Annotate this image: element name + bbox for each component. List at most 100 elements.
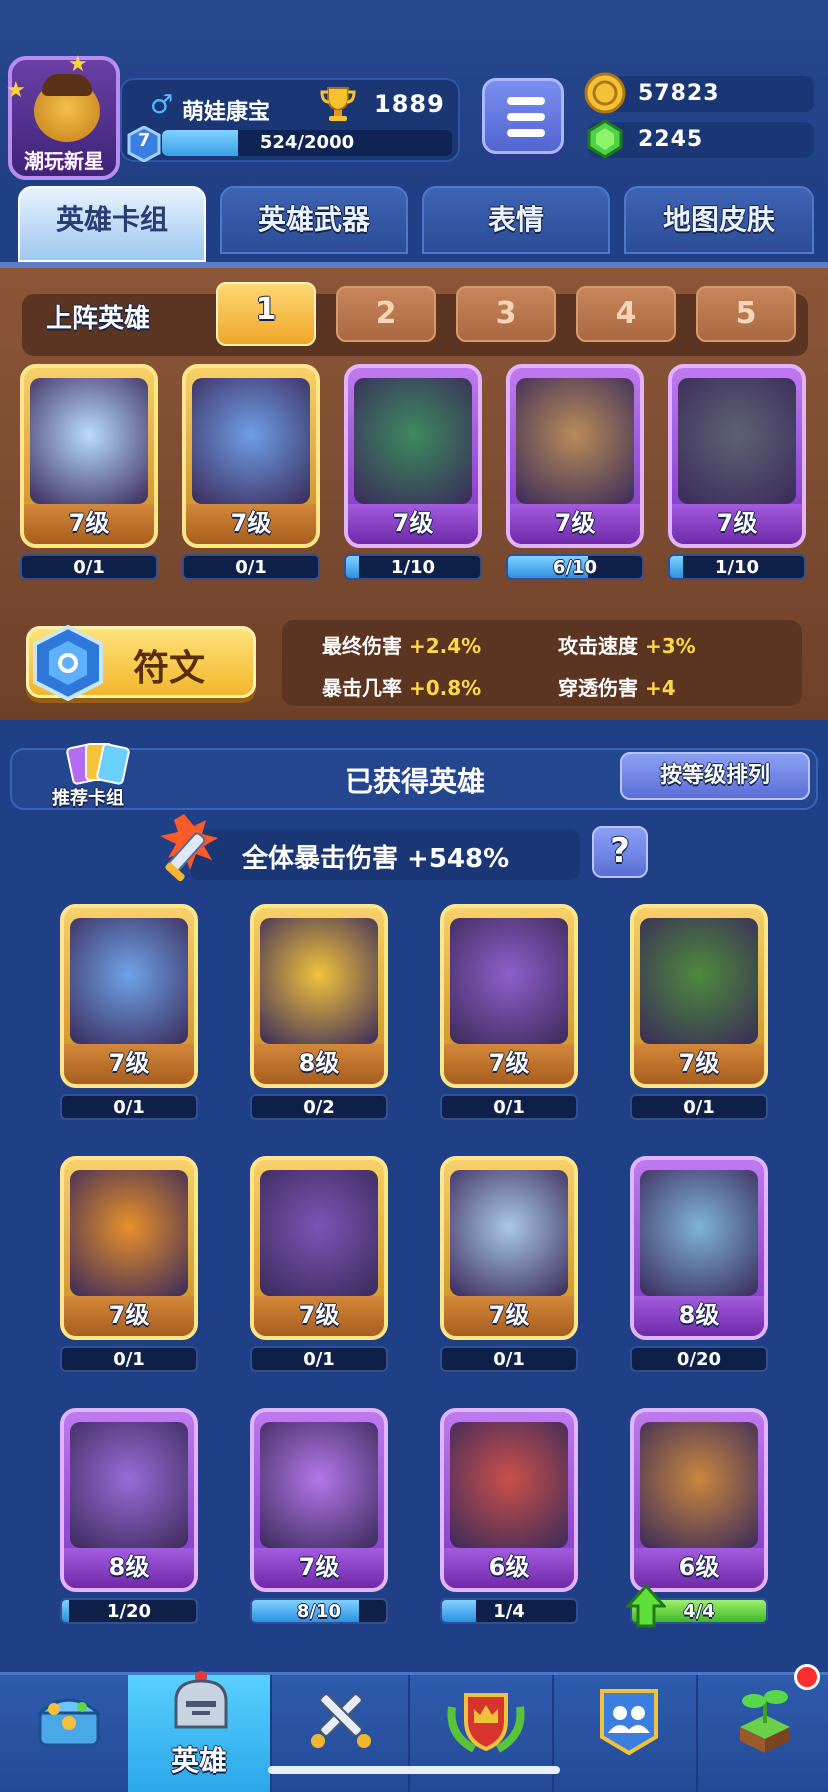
hero-level: 7级 — [64, 1044, 194, 1084]
player-level: 7 — [137, 130, 151, 151]
hero-card[interactable]: 7级 — [440, 904, 578, 1088]
hero-card-progress-text: 0/1 — [303, 1349, 335, 1370]
hero-level: 7级 — [444, 1296, 574, 1336]
hero-card-progress: 0/1 — [60, 1094, 198, 1120]
hero-card[interactable]: 7级 — [344, 364, 482, 548]
tab-map-skins[interactable]: 地图皮肤 — [624, 186, 814, 254]
hero-portrait — [450, 1422, 568, 1548]
hero-card[interactable]: 7级 — [60, 904, 198, 1088]
owned-heroes-title: 已获得英雄 — [344, 765, 485, 798]
home-indicator[interactable] — [268, 1766, 560, 1774]
nav-friends[interactable] — [560, 1675, 698, 1792]
hero-card-progress: 1/10 — [668, 554, 806, 580]
hero-card-progress-text: 1/20 — [106, 1601, 152, 1622]
nav-heroes[interactable]: 英雄 — [128, 1671, 272, 1792]
rune-label: 符文 — [133, 648, 206, 689]
loadout-slot-2[interactable]: 2 — [336, 286, 436, 342]
hero-level: 7级 — [348, 504, 478, 544]
loadout-slot-1[interactable]: 1 — [216, 282, 316, 346]
upgrade-arrow-icon — [626, 1584, 666, 1628]
stat-label: 最终伤害 — [322, 634, 402, 658]
nav-garden[interactable] — [704, 1675, 828, 1792]
nav-battle[interactable] — [272, 1675, 410, 1792]
player-avatar[interactable]: 潮玩新星 — [8, 56, 120, 180]
hero-card-progress-text: 0/1 — [493, 1349, 525, 1370]
loadout-slot-5[interactable]: 5 — [696, 286, 796, 342]
tab-hero-deck[interactable]: 英雄卡组 — [18, 186, 206, 262]
hero-portrait — [450, 1170, 568, 1296]
hero-portrait — [260, 918, 378, 1044]
hero-card[interactable]: 7级 — [60, 1156, 198, 1340]
hero-card-progress: 1/10 — [344, 554, 482, 580]
xp-progress-text: 524/2000 — [259, 132, 355, 153]
loadout-title: 上阵英雄 — [46, 304, 151, 334]
hero-card[interactable]: 6级 — [440, 1408, 578, 1592]
hero-card[interactable]: 8级 — [630, 1156, 768, 1340]
crit-damage-bonus: 全体暴击伤害 +548% — [242, 844, 510, 874]
hero-portrait — [70, 1170, 188, 1296]
hero-card-progress: 0/1 — [250, 1346, 388, 1372]
hero-card[interactable]: 7级 — [506, 364, 644, 548]
recommended-deck-icon[interactable] — [64, 740, 130, 788]
hero-card[interactable]: 8级 — [60, 1408, 198, 1592]
hero-card-progress-text: 1/4 — [493, 1601, 525, 1622]
stat-crit-chance: 暴击几率 +0.8% — [322, 672, 481, 701]
loadout-slot-3[interactable]: 3 — [456, 286, 556, 342]
hero-card[interactable]: 7级 — [668, 364, 806, 548]
loadout-slot-4[interactable]: 4 — [576, 286, 676, 342]
hero-level: 7级 — [186, 504, 316, 544]
rune-button[interactable]: 符文 — [26, 625, 256, 701]
hero-level: 6级 — [444, 1548, 574, 1588]
hero-card-progress-text: 0/1 — [113, 1097, 145, 1118]
hero-card[interactable]: 6级 — [630, 1408, 768, 1592]
help-button[interactable]: ? — [592, 826, 648, 878]
hero-portrait — [260, 1170, 378, 1296]
hero-card[interactable]: 7级 — [440, 1156, 578, 1340]
hero-portrait — [354, 378, 472, 504]
nav-clan[interactable] — [416, 1675, 554, 1792]
hero-level: 7级 — [254, 1548, 384, 1588]
hero-card-progress-text: 0/1 — [235, 557, 267, 578]
recommended-deck-label[interactable]: 推荐卡组 — [52, 784, 124, 810]
hero-card-progress: 6/10 — [506, 554, 644, 580]
hero-card[interactable]: 7级 — [182, 364, 320, 548]
stat-label: 穿透伤害 — [558, 676, 638, 700]
hero-level: 8级 — [64, 1548, 194, 1588]
hero-card-progress: 0/1 — [440, 1094, 578, 1120]
hero-card[interactable]: 8级 — [250, 904, 388, 1088]
hero-card[interactable]: 7级 — [20, 364, 158, 548]
hero-card[interactable]: 7级 — [630, 904, 768, 1088]
hero-level: 7级 — [510, 504, 640, 544]
sort-by-level-button[interactable]: 按等级排列 — [620, 752, 810, 800]
xp-progress-bar: 524/2000 — [162, 130, 452, 156]
menu-icon-bar — [507, 113, 545, 121]
tab-emotes[interactable]: 表情 — [422, 186, 610, 254]
friends-banner-icon — [600, 1689, 658, 1756]
gold-balance[interactable]: 57823 — [584, 72, 814, 114]
menu-button[interactable] — [482, 78, 564, 154]
nav-shop[interactable] — [0, 1675, 138, 1792]
hero-card-progress-text: 0/1 — [113, 1349, 145, 1370]
hero-card-progress-text: 0/20 — [676, 1349, 722, 1370]
hero-card-progress-text: 0/1 — [493, 1097, 525, 1118]
hero-card-progress-text: 6/10 — [552, 557, 598, 578]
category-tabs: 英雄卡组 英雄武器 表情 地图皮肤 — [0, 186, 828, 262]
hero-level: 8级 — [634, 1296, 764, 1336]
hero-card-progress-text: 1/10 — [714, 557, 760, 578]
trophy-icon — [320, 87, 356, 121]
gem-balance[interactable]: 2245 — [587, 119, 814, 159]
hero-card-progress: 8/10 — [250, 1598, 388, 1624]
stat-label: 攻击速度 — [558, 634, 638, 658]
hero-card[interactable]: 7级 — [250, 1156, 388, 1340]
rune-gem-icon — [33, 625, 103, 701]
stat-penetration-damage: 穿透伤害 +4 — [558, 672, 676, 701]
hero-card-progress: 0/20 — [630, 1346, 768, 1372]
hero-portrait — [678, 378, 796, 504]
hero-level: 7级 — [634, 1044, 764, 1084]
tab-hero-weapons[interactable]: 英雄武器 — [220, 186, 408, 254]
hero-card-progress-text: 0/2 — [303, 1097, 335, 1118]
hero-portrait — [192, 378, 310, 504]
star-icon: ★ — [68, 52, 88, 77]
hero-card-progress-text: 8/10 — [296, 1601, 342, 1622]
hero-card[interactable]: 7级 — [250, 1408, 388, 1592]
